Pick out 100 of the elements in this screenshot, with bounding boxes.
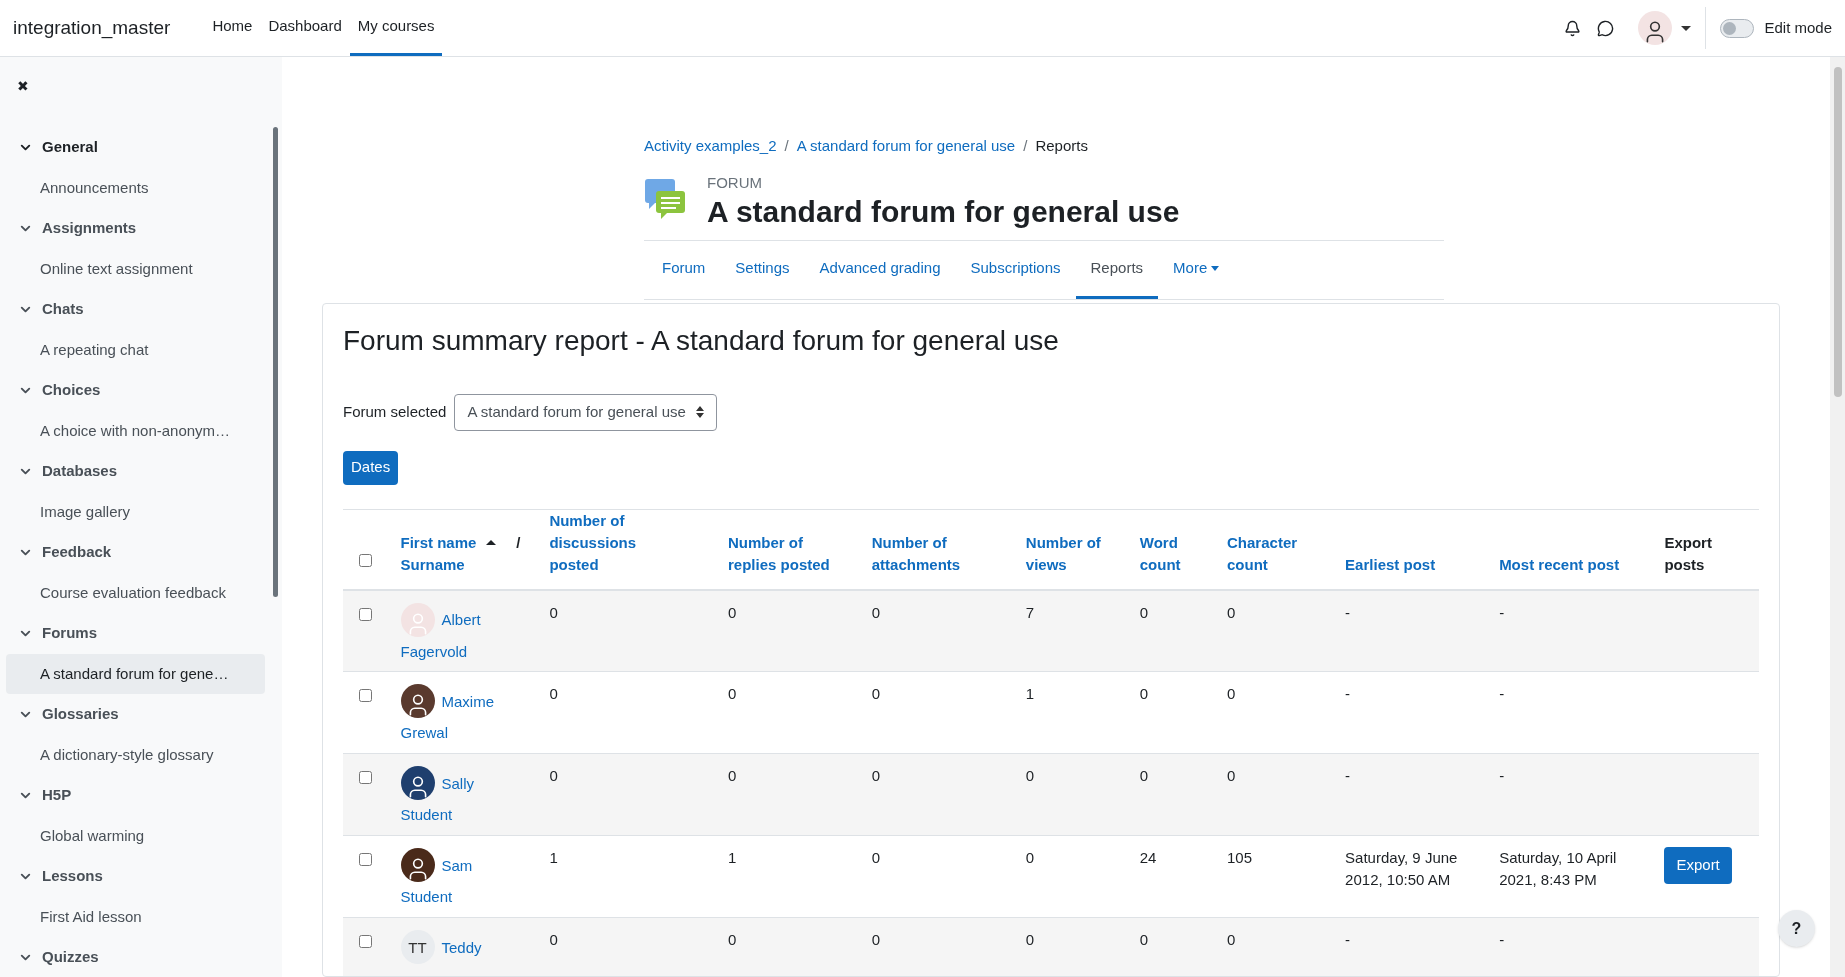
sidebar-item[interactable]: Announcements: [6, 167, 265, 208]
help-button[interactable]: ?: [1778, 910, 1815, 947]
table-cell: 0: [871, 849, 881, 867]
table-cell: -: [1499, 603, 1505, 621]
table-cell: 0: [1025, 767, 1035, 785]
sort-up-icon: [486, 540, 497, 546]
sidebar-item[interactable]: Online text assignment: [6, 248, 265, 289]
row-checkbox[interactable]: [359, 689, 372, 703]
table-cell: 0: [549, 685, 558, 703]
breadcrumb-link[interactable]: A standard forum for general use: [796, 135, 1016, 158]
close-icon[interactable]: ✖: [17, 75, 29, 97]
tab[interactable]: Subscriptions: [955, 241, 1076, 299]
dates-button[interactable]: Dates: [343, 450, 399, 485]
report-title: Forum summary report - A standard forum for general use: [343, 324, 1060, 358]
activity-type: FORUM: [707, 172, 763, 193]
table-cell: 0: [1227, 767, 1236, 785]
user-avatar-icon[interactable]: [1638, 11, 1673, 45]
table-cell: 1: [549, 849, 558, 867]
user-name-link[interactable]: Albert: [441, 605, 481, 635]
tab[interactable]: More: [1158, 241, 1235, 299]
section-header[interactable]: H5P: [6, 775, 265, 816]
user-name-link[interactable]: Teddy: [441, 932, 482, 962]
sidebar-item[interactable]: Image gallery: [6, 491, 265, 532]
table-cell: 105: [1227, 849, 1253, 867]
tab[interactable]: Reports: [1075, 241, 1159, 299]
section-header[interactable]: Feedback: [6, 532, 265, 573]
column-sort-link[interactable]: Number of replies posted: [728, 531, 864, 576]
section-header[interactable]: Chats: [6, 289, 265, 330]
user-name-link[interactable]: Grewal: [400, 718, 448, 748]
row-checkbox[interactable]: [359, 771, 372, 785]
sidebar-item[interactable]: A repeating chat: [6, 329, 265, 370]
forum-icon: [644, 177, 686, 220]
export-button[interactable]: Export: [1664, 847, 1732, 885]
table-cell: -: [1345, 603, 1351, 621]
sidebar-item[interactable]: Course evaluation feedback: [6, 572, 265, 613]
select-all-checkbox[interactable]: [359, 554, 372, 568]
avatar-initials: TT: [400, 930, 435, 965]
sidebar-item[interactable]: First Aid lesson: [6, 896, 265, 937]
edit-mode-toggle[interactable]: [1720, 18, 1755, 38]
section-header[interactable]: Forums: [6, 613, 265, 654]
sidebar-item[interactable]: A standard forum for gene…: [6, 653, 265, 694]
scrollbar-thumb[interactable]: [1833, 67, 1842, 397]
column-sort-link[interactable]: Number of discussions posted: [549, 509, 685, 576]
table-cell: 0: [871, 685, 881, 703]
nav-link[interactable]: Home: [204, 0, 261, 56]
tab[interactable]: Forum: [647, 241, 721, 299]
table-cell: 0: [871, 767, 881, 785]
table-cell: 1: [1025, 685, 1035, 703]
sidebar-item[interactable]: A dictionary-style glossary: [6, 734, 265, 775]
column-sort-link[interactable]: Most recent post: [1499, 553, 1635, 576]
column-sort-link[interactable]: Word count: [1139, 531, 1228, 576]
column-sort-link[interactable]: Number of attachments: [871, 531, 1007, 576]
user-name-link[interactable]: Student: [400, 882, 453, 912]
notifications-icon[interactable]: [1564, 19, 1582, 37]
user-name-link[interactable]: Sam: [441, 850, 473, 880]
current-page[interactable]: Reports: [1035, 135, 1088, 158]
user-name-link[interactable]: Fagervold: [400, 636, 468, 666]
user-name-link[interactable]: Maxime: [441, 686, 494, 716]
section-header[interactable]: Lessons: [6, 856, 265, 897]
row-checkbox[interactable]: [359, 935, 372, 949]
table-cell: 0: [728, 685, 737, 703]
table-cell: 0: [1227, 931, 1236, 949]
table-cell: 24: [1139, 849, 1157, 867]
column-sort-link[interactable]: Number of views: [1025, 531, 1140, 576]
nav-link[interactable]: Dashboard: [260, 0, 350, 56]
column-sort-link[interactable]: Earliest post: [1345, 553, 1481, 576]
row-checkbox[interactable]: [359, 607, 372, 621]
sidebar-item[interactable]: A choice with non-anonym…: [6, 410, 265, 451]
row-checkbox[interactable]: [359, 853, 372, 867]
section-header[interactable]: Glossaries: [6, 694, 265, 735]
table-cell: -: [1345, 685, 1351, 703]
sort-caret-icon: [695, 406, 704, 419]
section-header[interactable]: Choices: [6, 370, 265, 411]
tab[interactable]: Advanced grading: [804, 241, 956, 299]
tab[interactable]: Settings: [720, 241, 805, 299]
table-cell: 0: [1025, 931, 1035, 949]
section-header[interactable]: Quizzes: [6, 937, 265, 977]
column-sort-link[interactable]: First name: [400, 531, 477, 554]
caret-icon[interactable]: [1681, 25, 1692, 31]
section-header[interactable]: Assignments: [6, 208, 265, 249]
user-name-link[interactable]: Student: [400, 800, 453, 830]
section-header[interactable]: General: [6, 127, 265, 168]
table-cell: 0: [1227, 603, 1236, 621]
forum-select-label: Forum selected: [343, 401, 447, 422]
breadcrumb-link[interactable]: Activity examples_2: [644, 135, 777, 158]
table-cell: -: [1499, 767, 1505, 785]
table-cell: 0: [1139, 685, 1149, 703]
forum-select[interactable]: A standard forum for general use: [454, 393, 717, 431]
section-header[interactable]: Databases: [6, 451, 265, 492]
table-cell: Saturday, 10 April 2021, 8:43 PM: [1499, 849, 1617, 889]
table-cell: 0: [1227, 685, 1236, 703]
messages-icon[interactable]: [1597, 19, 1615, 37]
table-cell: 0: [549, 931, 558, 949]
table-cell: 0: [1139, 931, 1149, 949]
column-sort-link[interactable]: Surname: [400, 553, 465, 576]
column-sort-link[interactable]: Character count: [1227, 531, 1346, 576]
nav-link[interactable]: My courses: [349, 0, 443, 56]
sidebar-item[interactable]: Global warming: [6, 815, 265, 856]
user-name-link[interactable]: Sally: [441, 768, 474, 798]
site-name[interactable]: integration_master: [13, 13, 171, 43]
